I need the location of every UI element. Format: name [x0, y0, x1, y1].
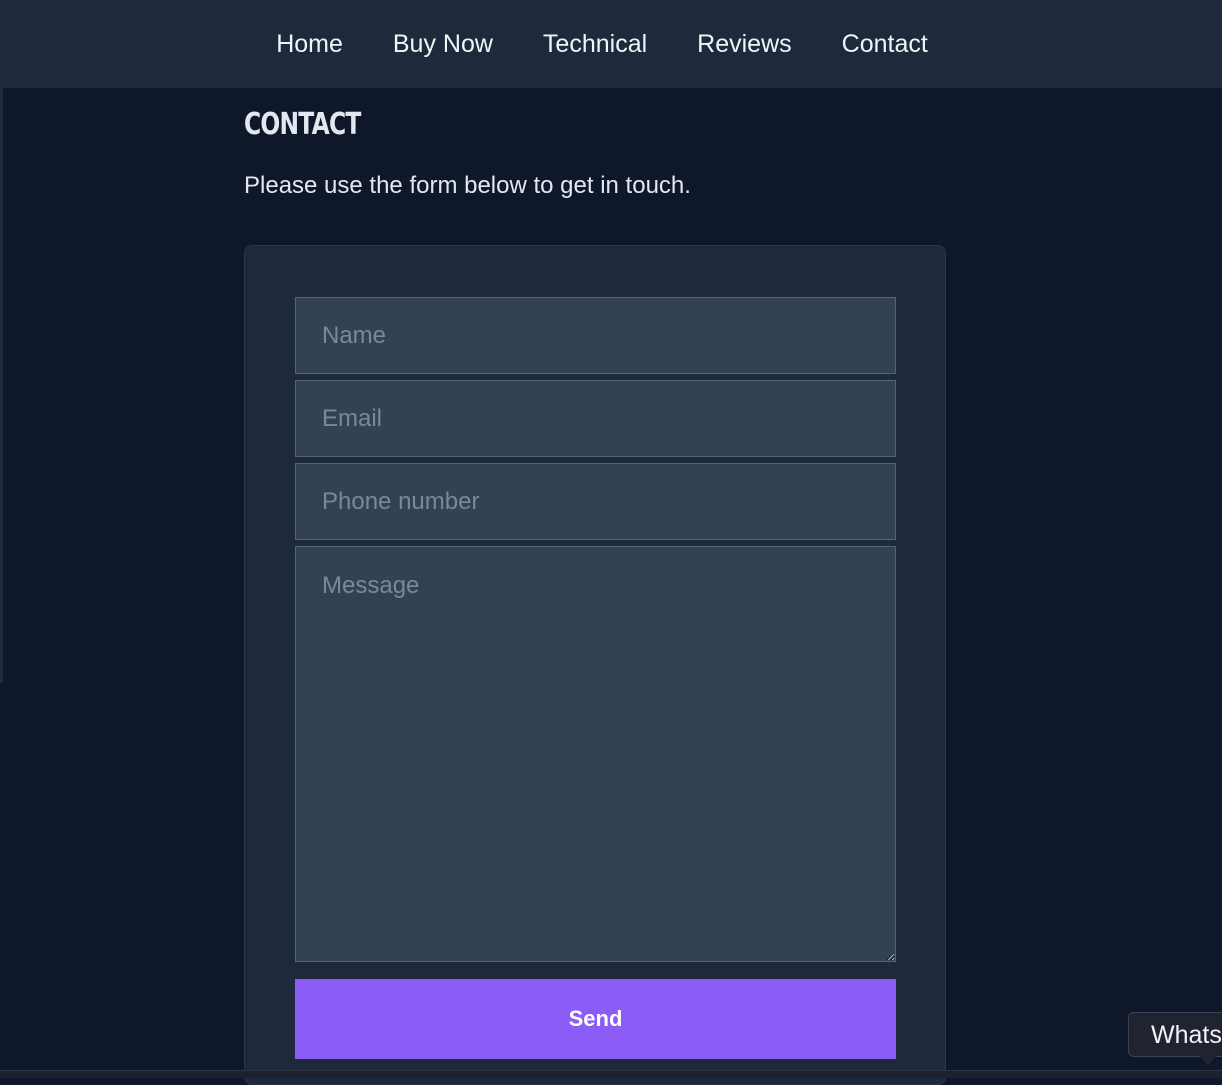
send-button[interactable]: Send — [295, 979, 896, 1059]
name-input[interactable] — [295, 297, 896, 374]
contact-form: Send — [244, 245, 946, 1085]
phone-input[interactable] — [295, 463, 896, 540]
contact-section: Contact Please use the form below to get… — [244, 88, 946, 1085]
nav-link-contact[interactable]: Contact — [817, 30, 953, 58]
whatsapp-chat-button[interactable]: WhatsApp — [1128, 1012, 1222, 1057]
message-textarea[interactable] — [295, 546, 896, 962]
nav-link-reviews[interactable]: Reviews — [672, 30, 816, 58]
nav-link-home[interactable]: Home — [251, 30, 368, 58]
intro-text: Please use the form below to get in touc… — [244, 172, 691, 199]
nav-link-technical[interactable]: Technical — [518, 30, 672, 58]
page-title: Contact — [244, 107, 361, 142]
bottom-bar — [0, 1070, 1222, 1078]
nav-list: Home Buy Now Technical Reviews Contact — [251, 0, 953, 88]
top-nav: Home Buy Now Technical Reviews Contact — [0, 0, 1222, 88]
nav-link-buy-now[interactable]: Buy Now — [368, 30, 518, 58]
left-edge-divider — [0, 88, 3, 683]
whatsapp-tooltip-pointer — [1200, 1056, 1216, 1066]
email-input[interactable] — [295, 380, 896, 457]
